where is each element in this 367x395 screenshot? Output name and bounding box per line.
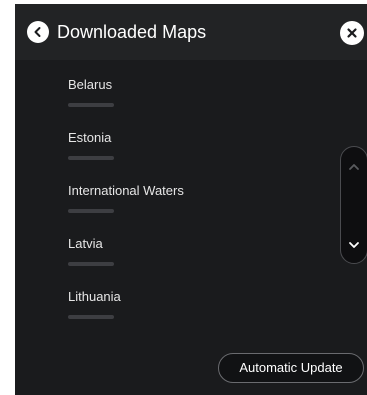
close-icon <box>347 28 357 38</box>
scroll-control <box>340 146 367 264</box>
list-item-international-waters[interactable]: International Waters <box>68 182 328 235</box>
chevron-down-icon <box>348 242 359 248</box>
chevron-up-icon <box>348 164 359 170</box>
automatic-update-button[interactable]: Automatic Update <box>218 353 364 383</box>
map-details-placeholder <box>68 209 114 213</box>
map-name: Estonia <box>68 130 112 145</box>
list-item-estonia[interactable]: Estonia <box>68 129 328 182</box>
close-button[interactable] <box>340 21 364 45</box>
list-item-belarus[interactable]: Belarus <box>68 76 328 129</box>
map-details-placeholder <box>68 315 114 319</box>
page-title: Downloaded Maps <box>57 22 207 42</box>
downloaded-maps-list: Belarus Estonia International Waters Lat… <box>68 76 328 341</box>
map-name: Belarus <box>68 77 113 92</box>
chevron-left-icon <box>34 27 41 37</box>
list-item-latvia[interactable]: Latvia <box>68 235 328 288</box>
downloaded-maps-screen: Downloaded Maps Belarus Estonia Internat… <box>15 4 367 395</box>
header-bar: Downloaded Maps <box>15 4 367 60</box>
map-details-placeholder <box>68 262 114 266</box>
back-button[interactable] <box>27 21 49 43</box>
map-details-placeholder <box>68 156 114 160</box>
scroll-up-button[interactable] <box>341 157 366 177</box>
map-details-placeholder <box>68 103 114 107</box>
map-name: Lithuania <box>68 289 121 304</box>
scroll-down-button[interactable] <box>341 235 366 255</box>
map-name: Latvia <box>68 236 103 251</box>
map-name: International Waters <box>68 183 184 198</box>
